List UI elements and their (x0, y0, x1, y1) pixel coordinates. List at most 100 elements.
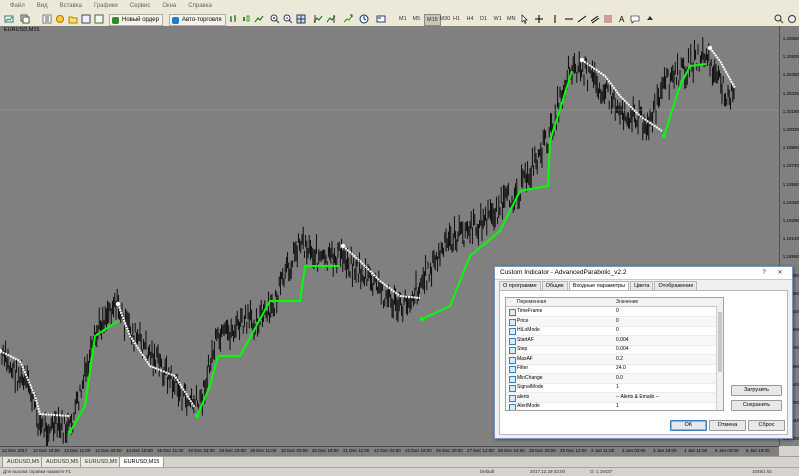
param-value[interactable]: 0.004 (616, 345, 629, 354)
param-value[interactable]: 0.004 (616, 336, 629, 345)
help-icon[interactable]: ? (759, 269, 769, 277)
horizontal-line-icon[interactable] (564, 14, 574, 24)
reset-button[interactable]: Сброс (748, 420, 785, 431)
menu-item[interactable]: Вставка (54, 3, 88, 9)
param-row[interactable]: Filter 24.0 (506, 364, 716, 374)
param-row[interactable]: MaxAF 0.2 (506, 354, 716, 365)
param-value[interactable]: 24.0 (616, 364, 626, 373)
timeframe-button[interactable]: M5 (411, 14, 423, 24)
timeframe-button[interactable]: W1 (492, 14, 504, 24)
timeframe-button[interactable]: H4 (465, 14, 476, 24)
search-icon[interactable] (774, 14, 784, 24)
market-watch-icon[interactable] (42, 14, 52, 24)
close-icon[interactable]: ✕ (775, 269, 785, 277)
auto-trading-button[interactable]: Авто-торговля (169, 14, 226, 26)
column-variable: Переменная (517, 299, 547, 305)
menu-item[interactable]: Файл (0, 3, 31, 9)
param-value[interactable]: 0.2 (616, 355, 623, 364)
text-tool-icon[interactable]: A (617, 14, 627, 24)
time-tick-label: 2 Jan 11:00 (591, 448, 615, 453)
load-button[interactable]: Загрузить (731, 385, 782, 396)
cancel-button[interactable]: Отмена (709, 420, 746, 431)
tester-icon[interactable] (94, 14, 104, 24)
param-icon (509, 328, 516, 335)
zoom-out-icon[interactable] (283, 14, 293, 24)
param-row[interactable]: AlertMode 1 (506, 402, 716, 410)
cursor-icon[interactable] (520, 14, 530, 24)
crosshair-icon[interactable] (534, 14, 544, 24)
bar-chart-icon[interactable] (228, 14, 238, 24)
price-tick-label: 1.20330 (782, 90, 799, 96)
menu-item[interactable]: Сервис (124, 3, 157, 9)
trendline-icon[interactable] (577, 14, 587, 24)
param-icon (509, 347, 516, 354)
community-icon[interactable] (787, 14, 797, 24)
param-row[interactable]: Step 0.004 (506, 345, 716, 355)
parabolic-down-trail (0, 350, 71, 417)
periods-icon[interactable] (359, 14, 369, 24)
autoscroll-icon[interactable] (313, 14, 323, 24)
param-name: HiLoMode (517, 327, 540, 333)
vertical-line-icon[interactable] (550, 14, 560, 24)
line-chart-icon[interactable] (254, 14, 264, 24)
price-tick-label: 1.19890 (782, 145, 799, 151)
param-name: MinChange (517, 374, 543, 381)
params-scrollbar[interactable] (716, 306, 723, 410)
terminal-icon[interactable] (81, 14, 91, 24)
param-value[interactable]: 0.0 (616, 374, 623, 383)
param-value[interactable]: 0 (616, 317, 619, 326)
param-row[interactable]: StartAF 0.004 (506, 335, 716, 346)
time-tick-label: 18 Dec 03:00 (188, 448, 215, 453)
chart-shift-icon[interactable] (326, 14, 336, 24)
dialog-titlebar[interactable]: Custom Indicator - AdvancedParabolic_v2.… (495, 267, 792, 280)
trend-start-dot (115, 301, 121, 307)
timeframe-button[interactable]: MN (505, 14, 518, 24)
menu-item[interactable]: Графики (88, 3, 124, 9)
price-tick-label: 1.20880 (782, 36, 799, 41)
trend-start-dot (579, 57, 585, 63)
new-order-icon (112, 17, 119, 24)
new-order-button[interactable]: Новый ордер (109, 14, 163, 26)
param-row[interactable]: HiLoMode 0 (506, 326, 716, 336)
scrollbar-thumb[interactable] (718, 312, 722, 372)
auto-trading-icon (172, 17, 179, 24)
param-row[interactable]: MinChange 0.0 (506, 373, 716, 384)
tile-windows-icon[interactable] (296, 14, 306, 24)
toolbar: Новый ордер Авто-торговля M1 M5 M15 M30 H1 H4… (0, 12, 799, 27)
arrows-tool-icon[interactable] (645, 14, 655, 24)
param-icon (509, 375, 516, 383)
menu-item[interactable]: Окна (156, 3, 182, 9)
navigator-icon[interactable] (68, 14, 78, 24)
candles-icon[interactable] (241, 14, 251, 24)
param-value[interactable]: -- Alerts & Emails -- (616, 393, 659, 402)
time-tick-label: 22 Dec 19:00 (405, 448, 432, 453)
price-tick-label: 1.19440 (782, 199, 799, 205)
timeframe-button[interactable]: M30 (438, 14, 453, 24)
templates-icon[interactable] (376, 14, 386, 24)
param-value[interactable]: 1 (616, 402, 619, 410)
fibonacci-icon[interactable] (603, 14, 613, 24)
param-value[interactable]: 1 (616, 383, 619, 392)
param-row[interactable]: TimeFrame 0 (506, 307, 716, 317)
param-value[interactable]: 0 (616, 307, 619, 316)
new-chart-icon[interactable] (4, 14, 14, 24)
menu-item[interactable]: Справка (182, 3, 218, 9)
param-icon (509, 309, 516, 316)
timeframe-button[interactable]: D1 (478, 14, 489, 24)
ok-button[interactable]: OK (670, 420, 707, 431)
param-value[interactable]: 0 (616, 326, 619, 335)
indicators-icon[interactable] (343, 14, 353, 24)
save-button[interactable]: Сохранить (731, 400, 782, 411)
data-window-icon[interactable] (55, 14, 65, 24)
param-row[interactable]: Price 0 (506, 316, 716, 327)
param-name: StartAF (517, 336, 534, 343)
channel-icon[interactable] (590, 14, 600, 24)
menu-item[interactable]: Вид (31, 3, 54, 9)
param-row[interactable]: alerts -- Alerts & Emails -- (506, 392, 716, 403)
profiles-icon[interactable] (20, 14, 30, 24)
label-tool-icon[interactable] (630, 14, 640, 24)
param-row[interactable]: SignalMode 1 (506, 383, 716, 393)
timeframe-button[interactable]: H1 (451, 14, 462, 24)
zoom-in-icon[interactable] (270, 14, 280, 24)
timeframe-button[interactable]: M1 (397, 14, 409, 24)
